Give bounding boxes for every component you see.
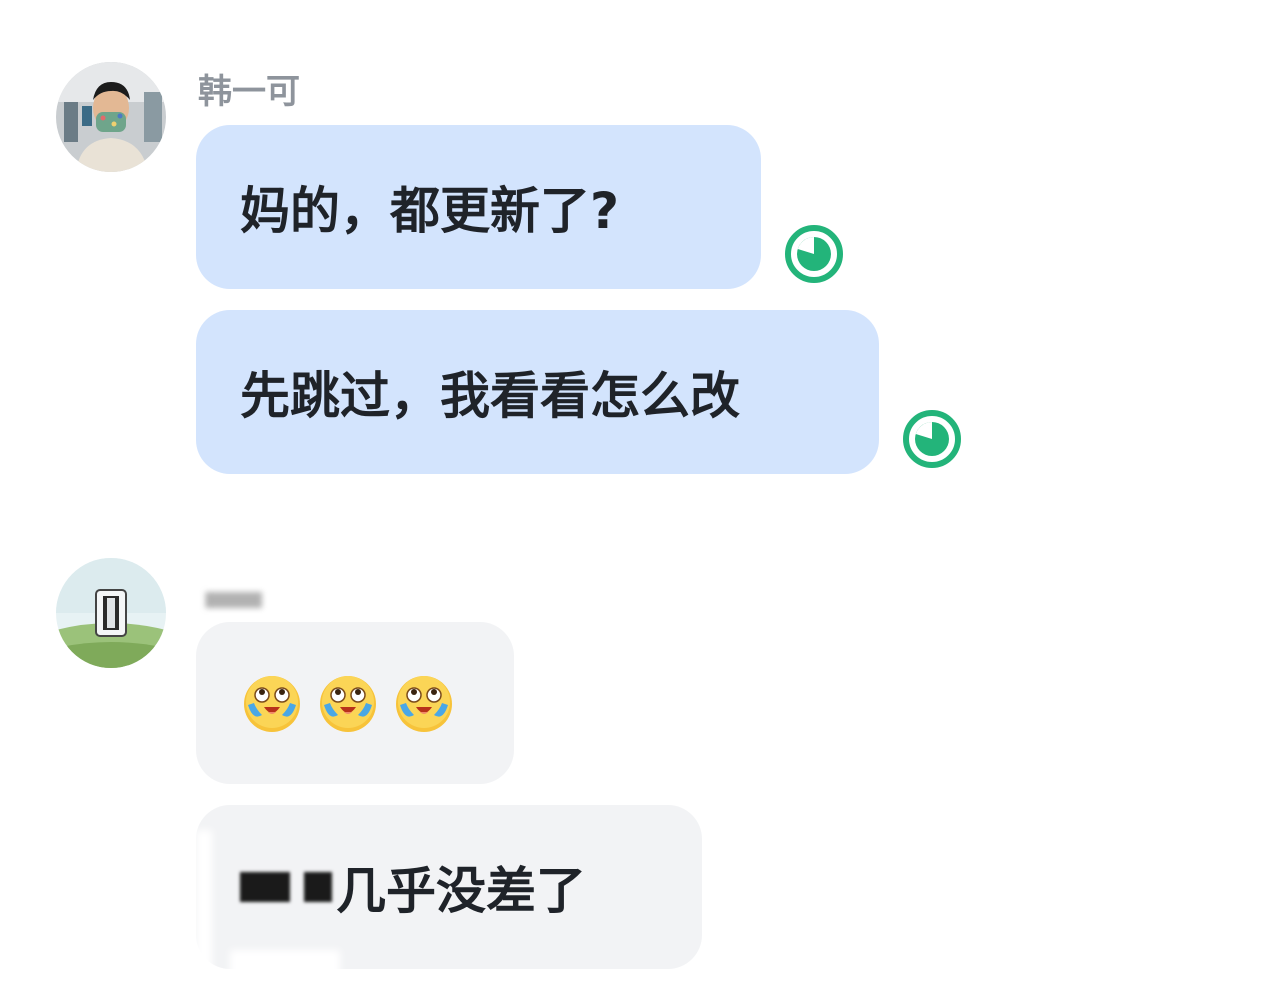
message-bubble[interactable] [196,622,514,784]
message-bubble[interactable]: 先跳过，我看看怎么改 [196,310,879,474]
message-text: 几乎没差了 [336,862,586,920]
message-text: 妈的，都更新了? [240,182,620,240]
redaction-smudge [196,830,212,970]
crying-laughing-emoji [396,676,452,732]
read-receipt-icon [785,225,843,283]
sender-avatar[interactable] [56,558,166,668]
redacted-text [240,872,332,902]
sender-name: 韩一可 [198,72,300,112]
crying-laughing-emoji [320,676,376,732]
message-bubble[interactable]: 几乎没差了 [196,805,702,969]
crying-laughing-emoji [244,676,300,732]
read-receipt-icon [903,410,961,468]
emoji-row [240,671,456,735]
sender-name-redacted [200,570,284,626]
message-text: 先跳过，我看看怎么改 [240,367,740,425]
redaction-smudge [230,950,340,988]
message-bubble[interactable]: 妈的，都更新了? [196,125,761,289]
sender-avatar[interactable] [56,62,166,172]
